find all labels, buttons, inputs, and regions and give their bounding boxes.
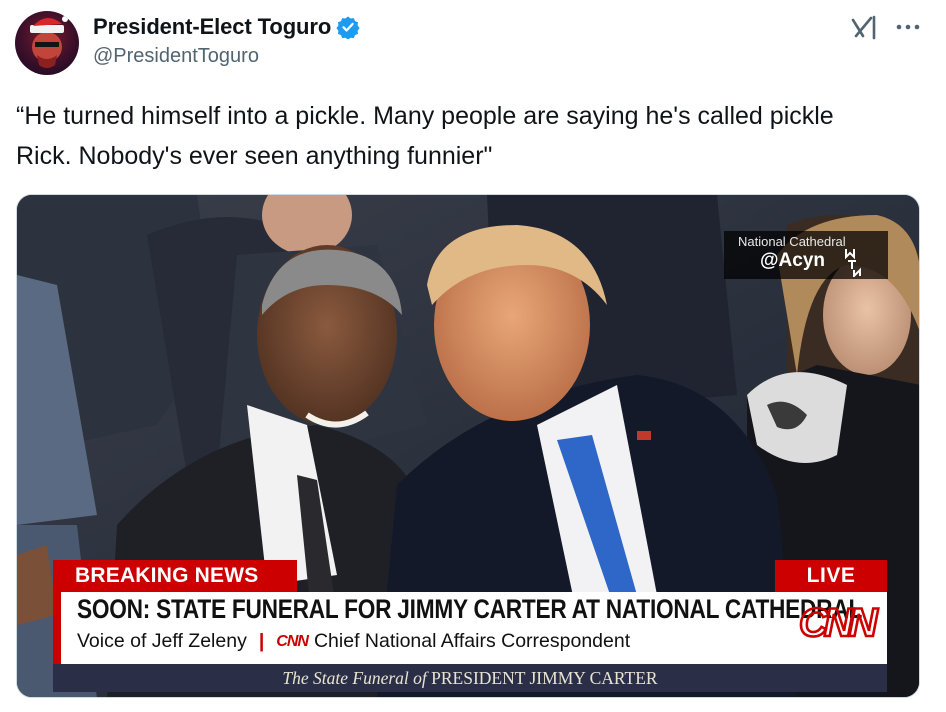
more-options-icon[interactable] — [894, 16, 922, 38]
chyron: SOON: STATE FUNERAL FOR JIMMY CARTER AT … — [53, 592, 887, 664]
verified-badge-icon — [336, 15, 360, 40]
avatar-image — [30, 16, 68, 68]
funeral-banner: The State Funeral of PRESIDENT JIMMY CAR… — [53, 664, 887, 692]
chyron-subline: Voice of Jeff Zeleny | CNN Chief Nationa… — [77, 630, 630, 653]
chyron-headline: SOON: STATE FUNERAL FOR JIMMY CARTER AT … — [77, 594, 863, 624]
avatar[interactable] — [15, 11, 79, 75]
reporter-title: Chief National Affairs Correspondent — [313, 630, 631, 652]
tweet-card: President-Elect Toguro @PresidentToguro … — [0, 0, 946, 712]
watermark-handle: @Acyn — [760, 250, 825, 271]
funeral-banner-italic: The State Funeral of — [282, 668, 427, 688]
author-name-row: President-Elect Toguro — [93, 12, 360, 42]
watermark-location: National Cathedral — [738, 234, 846, 249]
chyron-separator: | — [258, 630, 265, 652]
watermark: National Cathedral @Acyn — [724, 231, 888, 279]
media-video-frame[interactable]: National Cathedral @Acyn BREAKING NEWS L… — [16, 194, 920, 698]
display-name[interactable]: President-Elect Toguro — [93, 14, 331, 40]
grok-icon[interactable] — [850, 14, 880, 42]
reporter-voice: Voice of Jeff Zeleny — [77, 630, 247, 652]
cnn-logo-icon: CNN — [797, 600, 884, 647]
funeral-banner-name: PRESIDENT JIMMY CARTER — [431, 668, 658, 688]
svg-text:CNN: CNN — [799, 601, 879, 644]
breaking-news-label: BREAKING NEWS — [53, 560, 297, 592]
cnn-small-logo: CNN — [276, 632, 309, 650]
live-label: LIVE — [775, 560, 887, 592]
author-handle[interactable]: @PresidentToguro — [93, 45, 259, 68]
watermark-logo-icon — [842, 247, 872, 279]
tweet-text: “He turned himself into a pickle. Many p… — [16, 102, 834, 170]
